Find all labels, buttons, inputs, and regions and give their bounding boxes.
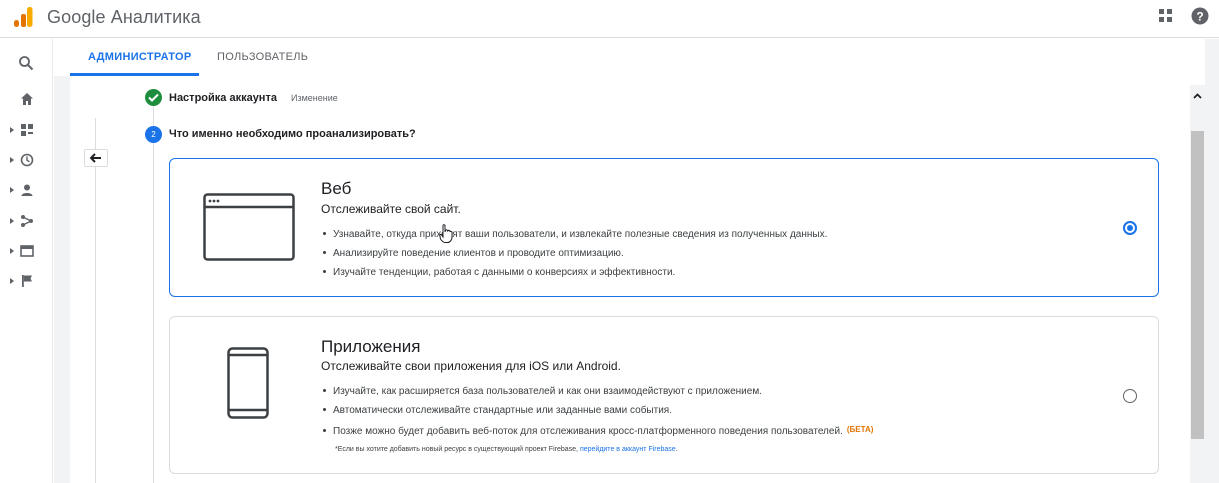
search-icon <box>19 56 34 71</box>
nav-guide-line <box>95 118 96 483</box>
realtime-clock-icon <box>20 153 34 167</box>
web-option-radio[interactable] <box>1123 221 1137 235</box>
chevron-up-icon <box>1193 93 1202 99</box>
home-icon <box>21 93 33 105</box>
right-edge-gutter <box>1205 39 1219 483</box>
beta-badge: (БЕТА) <box>846 425 874 434</box>
firebase-account-link[interactable]: перейдите в аккаунт Firebase <box>580 446 676 453</box>
top-app-bar: Google Аналитика ? <box>0 0 1219 38</box>
mobile-phone-icon <box>227 347 269 419</box>
step-1-title: Настройка аккаунта <box>169 92 277 104</box>
back-button[interactable] <box>84 149 108 167</box>
apps-option-title: Приложения <box>321 337 421 356</box>
analytics-logo-icon <box>14 7 33 27</box>
conversions-flag-icon <box>22 275 32 287</box>
step-1-edit-link[interactable]: Изменение <box>291 93 338 103</box>
option-card-apps[interactable]: Приложения Отслеживайте свои приложения … <box>169 316 1159 474</box>
help-circle-icon[interactable]: ? <box>1191 7 1209 25</box>
tab-user[interactable]: ПОЛЬЗОВАТЕЛЬ <box>217 51 308 63</box>
expand-arrow-icon <box>10 187 14 193</box>
apps-option-bullets: Изучайте, как расширяется база пользоват… <box>323 382 873 439</box>
option-card-web[interactable]: Веб Отслеживайте свой сайт. Узнавайте, о… <box>169 158 1159 297</box>
app-title: Google Аналитика <box>47 7 201 27</box>
expand-arrow-icon <box>10 157 14 163</box>
stepper-guide-line <box>153 106 154 483</box>
step-2-badge: 2 <box>145 126 162 143</box>
expand-arrow-icon <box>10 218 14 224</box>
web-option-subtitle: Отслеживайте свой сайт. <box>321 202 461 216</box>
list-item: Изучайте тенденции, работая с данными о … <box>323 263 827 282</box>
rail-home[interactable] <box>0 88 53 112</box>
audience-person-icon <box>21 184 33 196</box>
svg-text:?: ? <box>1196 10 1203 24</box>
web-option-bullets: Узнавайте, откуда приходят ваши пользова… <box>323 225 827 282</box>
expand-arrow-icon <box>10 248 14 254</box>
checkmark-icon <box>148 93 159 102</box>
rail-acquisition[interactable] <box>0 210 53 234</box>
rail-search[interactable] <box>0 52 53 76</box>
tab-administrator[interactable]: АДМИНИСТРАТОР <box>88 51 192 63</box>
list-item: Автоматически отслеживайте стандартные и… <box>323 401 873 420</box>
left-navigation-rail <box>0 39 53 483</box>
content-gutter <box>54 76 70 483</box>
browser-window-icon <box>203 193 295 261</box>
step-2-title: Что именно необходимо проанализировать? <box>169 128 416 140</box>
rail-behavior[interactable] <box>0 240 53 264</box>
list-item: Позже можно будет добавить веб-поток для… <box>323 420 873 439</box>
step-complete-check-icon <box>145 89 162 106</box>
list-item: Анализируйте поведение клиентов и провод… <box>323 244 827 263</box>
expand-arrow-icon <box>10 278 14 284</box>
customization-icon <box>21 124 33 136</box>
expand-arrow-icon <box>10 127 14 133</box>
list-item: Изучайте, как расширяется база пользоват… <box>323 382 873 401</box>
apps-option-radio[interactable] <box>1123 389 1137 403</box>
rail-audience[interactable] <box>0 179 53 203</box>
scrollbar-thumb[interactable] <box>1191 131 1204 439</box>
web-option-title: Веб <box>321 179 352 198</box>
admin-tabs: АДМИНИСТРАТОР ПОЛЬЗОВАТЕЛЬ <box>54 39 1219 76</box>
rail-customization[interactable] <box>0 119 53 143</box>
rail-realtime[interactable] <box>0 149 53 173</box>
apps-option-subtitle: Отслеживайте свои приложения для iOS или… <box>321 359 621 373</box>
arrow-back-icon <box>90 153 101 163</box>
behavior-icon <box>20 245 34 257</box>
firebase-footnote: *Если вы хотите добавить новый ресурс в … <box>335 446 678 453</box>
apps-grid-icon[interactable] <box>1159 9 1173 23</box>
rail-conversions[interactable] <box>0 270 53 294</box>
scroll-up-button[interactable] <box>1190 85 1205 107</box>
acquisition-icon <box>21 215 33 227</box>
list-item: Узнавайте, откуда приходят ваши пользова… <box>323 225 827 244</box>
